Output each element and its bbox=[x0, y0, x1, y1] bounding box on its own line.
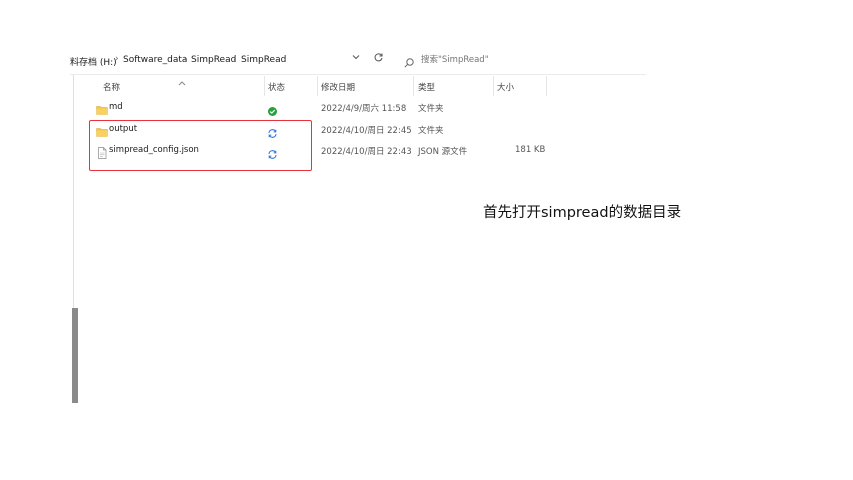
column-divider[interactable] bbox=[264, 76, 265, 96]
search-icon bbox=[403, 54, 415, 68]
column-header-name[interactable]: 名称 bbox=[103, 81, 120, 93]
refresh-icon[interactable] bbox=[370, 52, 386, 68]
file-size: 181 KB bbox=[515, 145, 546, 155]
column-divider[interactable] bbox=[317, 76, 318, 96]
modified-date: 2022/4/10/周日 22:43 bbox=[321, 147, 412, 157]
column-header-status[interactable]: 状态 bbox=[268, 81, 285, 93]
modified-date: 2022/4/9/周六 11:58 bbox=[321, 104, 407, 114]
file-type: 文件夹 bbox=[418, 126, 444, 136]
breadcrumb-separator-icon: › bbox=[115, 54, 119, 64]
nav-pane-scrollbar[interactable] bbox=[72, 308, 78, 403]
column-header-date[interactable]: 修改日期 bbox=[321, 81, 355, 93]
breadcrumb-separator-icon: › bbox=[183, 54, 187, 64]
column-divider[interactable] bbox=[413, 76, 414, 96]
column-header-type[interactable]: 类型 bbox=[418, 81, 435, 93]
breadcrumb-software-data[interactable]: Software_data bbox=[123, 55, 187, 65]
column-divider[interactable] bbox=[546, 76, 547, 96]
file-type: 文件夹 bbox=[418, 104, 444, 114]
column-header-size[interactable]: 大小 bbox=[497, 81, 514, 93]
annotation-caption: 首先打开simpread的数据目录 bbox=[483, 205, 682, 221]
sort-ascending-icon bbox=[177, 72, 187, 86]
toolbar-divider bbox=[70, 74, 646, 75]
folder-icon bbox=[96, 101, 108, 115]
column-divider[interactable] bbox=[493, 76, 494, 96]
table-row[interactable]: md 2022/4/9/周六 11:58 文件夹 bbox=[92, 98, 562, 118]
sync-complete-icon bbox=[267, 102, 278, 116]
file-type: JSON 源文件 bbox=[418, 147, 468, 157]
breadcrumb-separator-icon: › bbox=[233, 54, 237, 64]
file-name[interactable]: md bbox=[109, 102, 123, 112]
address-bar[interactable]: 料存档 (H:) › Software_data › SimpRead › Si… bbox=[70, 48, 390, 74]
search-box[interactable] bbox=[395, 48, 645, 75]
highlight-box bbox=[89, 120, 312, 171]
search-input[interactable] bbox=[421, 53, 621, 67]
breadcrumb-drive[interactable]: 料存档 (H:) bbox=[70, 55, 117, 68]
breadcrumb-simpread-current[interactable]: SimpRead bbox=[241, 55, 286, 65]
chevron-down-icon[interactable] bbox=[348, 52, 364, 68]
breadcrumb-simpread[interactable]: SimpRead bbox=[191, 55, 236, 65]
modified-date: 2022/4/10/周日 22:45 bbox=[321, 126, 412, 136]
